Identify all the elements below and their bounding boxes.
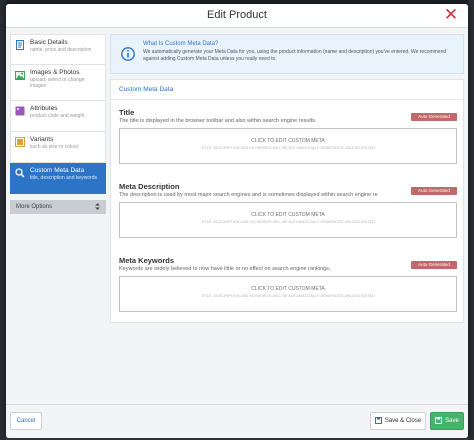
- sidebar-item-variants[interactable]: Variants such as size or colour: [10, 132, 106, 163]
- sidebar-item-basic-details[interactable]: Basic Details name, price and descriptio…: [10, 34, 106, 65]
- tag-icon: [15, 106, 25, 116]
- sidebar-item-attributes[interactable]: Attributes product code and weight: [10, 101, 106, 132]
- sidebar-item-sub: title, description and keywords: [30, 175, 97, 181]
- sidebar-item-sub: such as size or colour: [30, 144, 79, 150]
- field-title: Meta Description: [119, 182, 180, 191]
- sidebar-item-sub: product code and weight: [30, 113, 85, 119]
- document-icon: [15, 40, 25, 50]
- title-field: Title The title is displayed in the brow…: [119, 108, 457, 164]
- modal-title: Edit Product: [207, 9, 267, 21]
- save-close-label: Save & Close: [384, 418, 422, 424]
- edit-note: TITLE, DESCRIPTION AND KEYWORDS WILL BE …: [201, 146, 375, 150]
- sort-icon: [95, 202, 100, 212]
- info-box: What Is Custom Meta Data? We automatical…: [110, 34, 464, 74]
- backdrop-right-edge: [468, 0, 474, 440]
- sidebar-item-sub: upload, select or change images: [30, 77, 85, 89]
- panel-header: Custom Meta Data: [111, 80, 463, 100]
- edit-product-modal: Edit Product ✕ Basic Details name, price…: [6, 4, 468, 438]
- close-icon: ✕: [443, 5, 459, 24]
- sidebar-item-sub: name, price and description: [30, 47, 92, 53]
- edit-keywords-button[interactable]: CLICK TO EDIT CUSTOM META TITLE, DESCRIP…: [119, 276, 457, 312]
- search-icon: [15, 168, 25, 178]
- image-icon: [15, 70, 25, 80]
- sidebar-item-label: Custom Meta Data: [30, 167, 85, 174]
- sidebar-item-label: Images & Photos: [30, 69, 80, 76]
- info-body: We automatically generate your Meta Data…: [143, 49, 447, 62]
- field-description: The title is displayed in the browser to…: [119, 118, 317, 124]
- meta-description-field: Meta Description The description is used…: [119, 182, 457, 238]
- field-title: Title: [119, 108, 135, 117]
- info-icon: [121, 47, 135, 61]
- edit-note: TITLE, DESCRIPTION AND KEYWORDS WILL BE …: [201, 220, 375, 224]
- meta-keywords-field: Meta Keywords Keywords are widely believ…: [119, 256, 457, 312]
- field-description: Keywords are widely believed to now have…: [119, 266, 331, 272]
- cancel-button[interactable]: Cancel: [10, 412, 42, 430]
- main-content: What Is Custom Meta Data? We automatical…: [110, 34, 464, 323]
- variants-icon: [15, 137, 25, 147]
- edit-note: TITLE, DESCRIPTION AND KEYWORDS WILL BE …: [201, 294, 375, 298]
- close-button[interactable]: ✕: [442, 6, 460, 24]
- field-title: Meta Keywords: [119, 256, 175, 265]
- sidebar-item-images[interactable]: Images & Photos upload, select or change…: [10, 65, 106, 101]
- more-options-toggle[interactable]: More Options: [10, 200, 106, 214]
- save-icon: [374, 416, 385, 426]
- save-button[interactable]: Save: [430, 412, 464, 430]
- modal-footer: Cancel Save & Close Save: [6, 404, 468, 438]
- edit-prompt: CLICK TO EDIT CUSTOM META: [251, 212, 325, 218]
- more-options-label: More Options: [16, 204, 53, 210]
- auto-generated-badge: Auto Generated: [411, 113, 457, 121]
- auto-generated-badge: Auto Generated: [411, 261, 457, 269]
- sidebar-item-label: Attributes: [30, 105, 58, 112]
- edit-title-button[interactable]: CLICK TO EDIT CUSTOM META TITLE, DESCRIP…: [119, 128, 457, 164]
- field-description: The description is used by most major se…: [119, 192, 378, 198]
- sidebar-item-label: Basic Details: [30, 39, 68, 46]
- sidebar-item-label: Variants: [30, 136, 54, 143]
- cancel-label: Cancel: [16, 418, 36, 424]
- save-label: Save: [445, 418, 459, 424]
- auto-generated-badge: Auto Generated: [411, 187, 457, 195]
- edit-prompt: CLICK TO EDIT CUSTOM META: [251, 138, 325, 144]
- info-title: What Is Custom Meta Data?: [143, 41, 219, 47]
- save-and-close-button[interactable]: Save & Close: [370, 412, 426, 430]
- sidebar-item-custom-meta-data[interactable]: Custom Meta Data title, description and …: [10, 163, 106, 194]
- sidebar: Basic Details name, price and descriptio…: [10, 34, 106, 214]
- edit-description-button[interactable]: CLICK TO EDIT CUSTOM META TITLE, DESCRIP…: [119, 202, 457, 238]
- custom-meta-panel: Custom Meta Data Title The title is disp…: [110, 79, 464, 323]
- edit-prompt: CLICK TO EDIT CUSTOM META: [251, 286, 325, 292]
- modal-header: Edit Product ✕: [6, 4, 468, 28]
- save-icon: [435, 416, 445, 426]
